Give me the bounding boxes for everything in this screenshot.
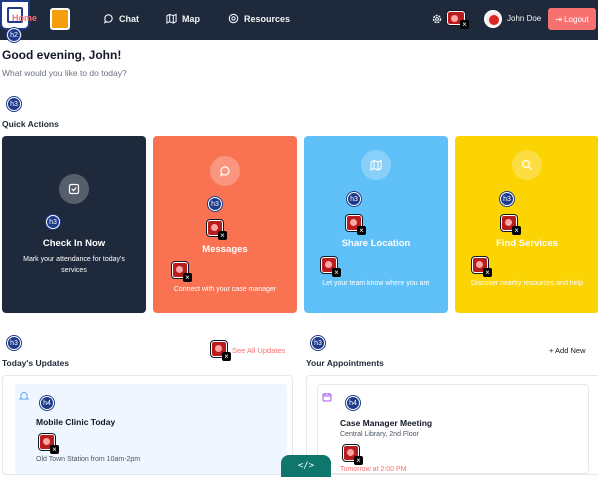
update-marker-h4: h4 [40,396,54,410]
broken-image-icon [501,215,521,235]
nav-map-link[interactable]: Map [166,13,200,24]
messages-icon-circle [210,156,240,186]
notification-icon[interactable] [447,11,469,29]
appointment-marker-h4: h4 [346,396,360,410]
share-location-icon-circle [361,150,391,180]
appointment-location: Central Library, 2nd Floor [340,431,419,438]
quick-actions-title: Quick Actions [2,119,59,129]
logout-icon: ⇥ [555,14,563,24]
broken-image-icon [207,220,227,240]
gear-icon[interactable] [431,13,443,25]
appointments-title: Your Appointments [306,358,384,368]
messages-title: Messages [202,244,248,255]
nav-chat-link[interactable]: Chat [103,13,139,24]
map-icon [166,13,177,24]
card-marker-h3: h3 [347,192,361,206]
chat-icon [103,14,113,24]
bell-icon [19,392,29,400]
broken-image-icon [472,257,492,277]
edit-icon[interactable] [50,8,70,30]
see-all-updates-link[interactable]: See All Updates [232,346,285,355]
calendar-icon [322,393,332,402]
share-location-desc: Let your team know where you are [322,280,430,287]
broken-image-icon [346,215,366,235]
nav-home-link[interactable]: Home [12,13,37,23]
heading-marker-h2: h2 [7,28,21,42]
messages-card[interactable]: h3 Messages Connect with your case manag… [153,136,297,313]
user-name: John Doe [507,14,542,23]
greeting-subtitle: What would you like to do today? [2,68,127,78]
broken-image-icon [321,257,341,277]
broken-image-icon [343,445,363,465]
broken-image-icon [172,262,192,282]
find-services-card[interactable]: h3 Find Services Discover nearby resourc… [455,136,598,313]
messages-desc: Connect with your case manager [173,286,277,293]
search-icon [521,159,533,171]
check-in-title: Check In Now [42,238,106,249]
update-title: Mobile Clinic Today [36,417,116,427]
broken-image-icon [211,341,231,361]
add-new-button[interactable]: + Add New [549,346,585,355]
heading-marker-h3: h3 [7,97,21,111]
card-marker-h3: h3 [46,215,60,229]
message-icon [220,166,230,177]
logout-button[interactable]: ⇥ Logout [548,8,596,30]
top-nav: Home Chat Map Resources John Doe ⇥ Logou… [0,0,598,40]
card-marker-h3: h3 [208,197,222,211]
heading-marker-h3: h3 [311,336,325,350]
check-in-icon-circle [59,174,89,204]
nav-chat-label: Chat [119,13,139,24]
heading-marker-h3: h3 [7,336,21,350]
greeting-title: Good evening, John! [2,48,122,62]
find-services-title: Find Services [496,238,558,249]
update-subtitle: Old Town Station from 10am-2pm [36,456,141,463]
appointment-title: Case Manager Meeting [340,418,433,428]
broken-image-icon [39,434,59,454]
avatar[interactable] [484,10,502,28]
logout-label: Logout [564,14,589,24]
check-square-icon [68,183,80,195]
card-marker-h3: h3 [500,192,514,206]
share-location-card[interactable]: h3 Share Location Let your team know whe… [304,136,448,313]
todays-updates-title: Today's Updates [2,358,70,368]
find-services-desc: Discover nearby resources and help [470,280,584,287]
map-icon [370,159,382,171]
check-in-card[interactable]: h3 Check In Now Mark your attendance for… [2,136,146,313]
code-toggle-button[interactable]: </> [281,455,331,477]
check-in-desc: Mark your attendance for today's service… [23,256,125,274]
nav-map-label: Map [182,13,200,24]
nav-resources-label: Resources [244,13,291,24]
find-services-icon-circle [512,150,542,180]
resources-icon [228,13,239,24]
nav-resources-link[interactable]: Resources [228,13,290,24]
share-location-title: Share Location [341,238,411,249]
